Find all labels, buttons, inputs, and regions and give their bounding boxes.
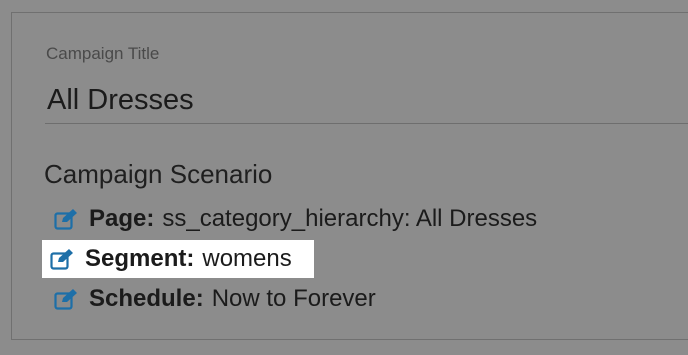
scenario-item-value: ss_category_hierarchy: All Dresses — [162, 205, 538, 232]
scenario-item-page[interactable]: Page: ss_category_hierarchy: All Dresses — [54, 204, 537, 234]
campaign-title-underline — [45, 123, 688, 124]
scenario-item-schedule[interactable]: Schedule: Now to Forever — [54, 284, 376, 314]
scenario-item-key: Page: — [89, 205, 155, 232]
campaign-scenario-heading: Campaign Scenario — [44, 159, 273, 189]
edit-icon[interactable] — [50, 248, 75, 270]
scenario-item-key: Segment: — [85, 245, 195, 272]
scenario-item-key: Schedule: — [89, 285, 204, 312]
scenario-item-segment[interactable]: Segment: womens — [42, 240, 314, 278]
campaign-title-label: Campaign Title — [46, 44, 160, 63]
scenario-item-value: Now to Forever — [211, 285, 376, 312]
scenario-item-value: womens — [202, 245, 292, 272]
campaign-title-value[interactable]: All Dresses — [47, 83, 194, 117]
edit-icon[interactable] — [54, 288, 79, 310]
campaign-form-panel: Campaign Title All Dresses Campaign Scen… — [11, 12, 688, 340]
edit-icon[interactable] — [54, 208, 79, 230]
